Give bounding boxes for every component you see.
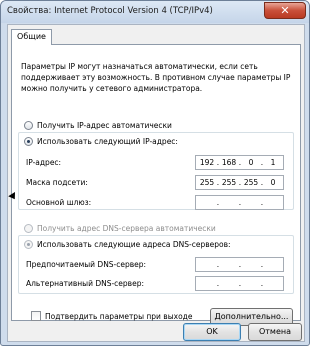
ip-octet-1: 192	[199, 158, 215, 167]
dialog-client-area: Общие Параметры IP могут назначаться авт…	[7, 24, 305, 342]
title-bar[interactable]: Свойства: Internet Protocol Version 4 (T…	[1, 1, 309, 23]
ip-address-label: IP-адрес:	[26, 158, 62, 167]
octet-separator: .	[216, 260, 220, 269]
dialog-window: Свойства: Internet Protocol Version 4 (T…	[0, 0, 310, 346]
gateway-input[interactable]: . . .	[195, 195, 284, 210]
ip-auto-radio[interactable]	[24, 121, 33, 130]
alternate-dns-input[interactable]: . . .	[195, 276, 284, 291]
octet-separator: .	[260, 279, 264, 288]
ok-button[interactable]: OK	[183, 323, 241, 341]
gateway-label: Основной шлюз:	[26, 198, 92, 207]
subnet-mask-input[interactable]: 255 . 255 . 255 . 0	[195, 175, 284, 190]
ip-address-input[interactable]: 192 . 168 . 0 . 1	[195, 155, 284, 170]
ip-manual-label[interactable]: Использовать следующий IP-адрес:	[37, 137, 178, 146]
mask-octet-3: 255	[243, 178, 259, 187]
close-button[interactable]: ✕	[264, 2, 306, 19]
tab-general[interactable]: Общие	[11, 29, 52, 45]
ip-auto-label[interactable]: Получить IP-адрес автоматически	[37, 121, 172, 130]
octet-separator: .	[216, 279, 220, 288]
alternate-dns-label: Альтернативный DNS-сервер:	[26, 279, 145, 288]
ip-manual-radio[interactable]	[24, 137, 33, 146]
octet-separator: .	[238, 260, 242, 269]
octet-separator: .	[238, 279, 242, 288]
general-tab-panel: Параметры IP могут назначаться автоматич…	[11, 44, 301, 326]
dns-manual-label[interactable]: Использовать следующие адреса DNS-сервер…	[37, 240, 231, 249]
preferred-dns-input[interactable]: . . .	[195, 257, 284, 272]
window-title: Свойства: Internet Protocol Version 4 (T…	[7, 6, 213, 16]
octet-separator: .	[238, 198, 242, 207]
description-text: Параметры IP могут назначаться автоматич…	[21, 62, 291, 93]
ip-octet-3: 0	[248, 158, 254, 167]
confirm-settings-label[interactable]: Подтвердить параметры при выходе	[45, 312, 192, 321]
ip-octet-2: 168	[221, 158, 237, 167]
cancel-button[interactable]: Отмена	[248, 323, 302, 341]
preferred-dns-label: Предпочитаемый DNS-сервер:	[26, 260, 147, 269]
ip-octet-4: 1	[270, 158, 276, 167]
octet-separator: .	[260, 198, 264, 207]
mask-octet-2: 255	[221, 178, 237, 187]
octet-separator: .	[216, 198, 220, 207]
octet-separator: .	[260, 260, 264, 269]
subnet-mask-label: Маска подсети:	[26, 178, 88, 187]
mask-octet-1: 255	[199, 178, 215, 187]
close-icon: ✕	[280, 4, 290, 17]
mask-octet-4: 0	[270, 178, 276, 187]
dns-auto-label[interactable]: Получить адрес DNS-сервера автоматически	[37, 224, 216, 233]
dns-auto-radio[interactable]	[24, 224, 33, 233]
dns-manual-radio[interactable]	[24, 240, 33, 249]
confirm-settings-checkbox[interactable]	[31, 311, 41, 321]
